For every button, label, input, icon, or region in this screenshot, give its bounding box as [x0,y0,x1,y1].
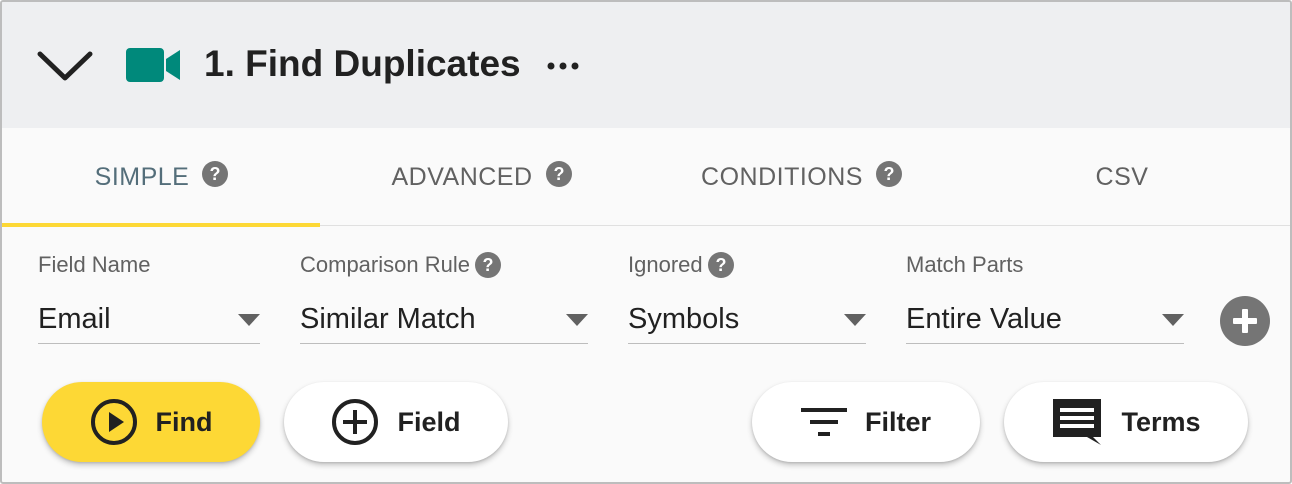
select-value: Similar Match [300,302,476,335]
tab-conditions[interactable]: CONDITIONS ? [642,128,962,226]
svg-text:?: ? [715,255,726,275]
step-title: 1. Find Duplicates [204,43,521,84]
tab-label: ADVANCED [391,163,533,191]
add-circle-icon [332,399,379,445]
select-value: Entire Value [906,302,1062,335]
field-name-control: Field Name Email [38,250,260,344]
chevron-down-icon[interactable] [36,46,94,86]
filter-button-label: Filter [864,406,931,437]
caret-down-icon [238,314,260,326]
help-icon[interactable]: ? [474,251,502,279]
tab-label: CSV [1095,163,1149,191]
select-value: Email [38,302,111,335]
help-icon[interactable]: ? [875,160,903,188]
find-duplicates-panel: 1. Find Duplicates SIMPLE ? ADVANCED ? C… [0,0,1292,484]
find-button[interactable]: Find [42,382,260,462]
field-label: Match Parts [906,250,1023,280]
tab-label: CONDITIONS [701,163,863,191]
more-horizontal-icon[interactable] [546,58,580,74]
filter-button[interactable]: Filter [752,382,980,462]
help-icon[interactable]: ? [545,160,573,188]
play-circle-icon [90,399,137,445]
step-header: 1. Find Duplicates [2,2,1290,128]
add-match-part-icon[interactable] [1220,296,1270,346]
field-name-select[interactable]: Email [38,294,260,344]
video-camera-icon [124,46,182,84]
ignored-select[interactable]: Symbols [628,294,866,344]
comment-icon [1053,399,1102,445]
svg-text:?: ? [553,164,564,184]
caret-down-icon [1162,314,1184,326]
tab-csv[interactable]: CSV [962,128,1282,226]
svg-text:?: ? [883,164,894,184]
help-icon[interactable]: ? [707,251,735,279]
svg-text:?: ? [482,255,493,275]
select-value: Symbols [628,302,740,335]
field-label: Ignored ? [628,250,735,280]
caret-down-icon [566,314,588,326]
svg-text:?: ? [210,164,221,184]
field-label-text: Ignored [628,252,703,277]
add-field-button-label: Field [397,406,461,437]
mode-tabs: SIMPLE ? ADVANCED ? CONDITIONS ? CSV [2,128,1290,227]
add-field-button[interactable]: Field [284,382,508,462]
find-button-label: Find [155,406,213,437]
help-icon[interactable]: ? [201,160,229,188]
comparison-rule-select[interactable]: Similar Match [300,294,588,344]
field-label-text: Match Parts [906,252,1024,277]
match-parts-select[interactable]: Entire Value [906,294,1184,344]
field-label: Field Name [38,250,150,280]
filter-icon [800,408,847,436]
caret-down-icon [844,314,866,326]
tab-simple[interactable]: SIMPLE ? [2,128,322,227]
field-label-text: Field Name [38,252,151,277]
tab-advanced[interactable]: ADVANCED ? [322,128,642,226]
comparison-rule-control: Comparison Rule ? Similar Match [300,250,588,344]
terms-button[interactable]: Terms [1004,382,1248,462]
field-label-text: Comparison Rule [300,252,470,277]
terms-button-label: Terms [1121,406,1201,437]
ignored-control: Ignored ? Symbols [628,250,866,344]
tab-label: SIMPLE [94,163,190,191]
match-parts-control: Match Parts Entire Value [906,250,1184,344]
field-label: Comparison Rule ? [300,250,502,280]
